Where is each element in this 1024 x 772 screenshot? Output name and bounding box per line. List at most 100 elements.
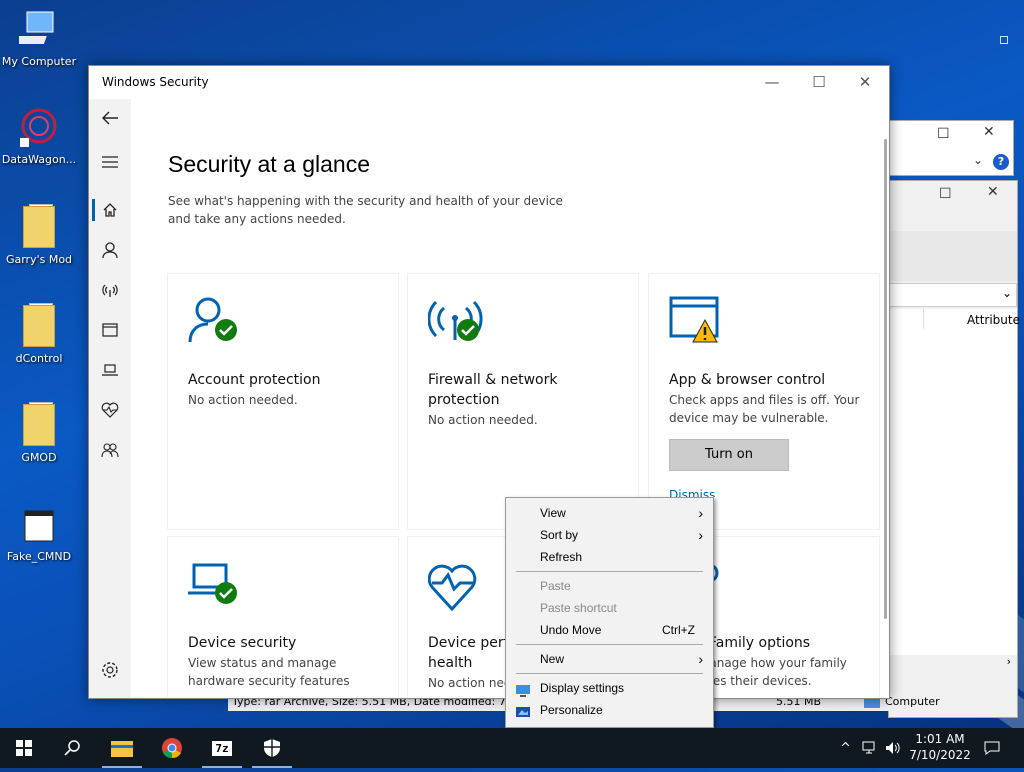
horizontal-scrollbar[interactable]: › — [889, 655, 1017, 671]
firewall-icon[interactable] — [89, 275, 131, 305]
menu-item-view[interactable]: View › — [506, 502, 713, 524]
clock[interactable]: 1:01 AM 7/10/2022 — [905, 731, 975, 763]
column-header-attribute[interactable]: Attribute — [967, 313, 1020, 327]
volume-icon[interactable] — [885, 728, 901, 768]
card-description: No action needed. — [428, 413, 538, 427]
desktop-icon-dcontrol[interactable]: dControl — [0, 303, 78, 365]
desktop-icon-label: My Computer — [1, 55, 77, 68]
device-health-icon — [427, 557, 488, 617]
ribbon — [889, 231, 1017, 281]
minimize-button[interactable]: — — [749, 70, 795, 94]
windows-security-icon — [264, 739, 280, 757]
menu-item-label: Refresh — [540, 550, 583, 564]
menu-item-label: Paste — [540, 579, 571, 593]
menu-item-paste-shortcut[interactable]: Paste shortcut — [506, 597, 713, 619]
back-icon[interactable] — [89, 103, 131, 133]
close-button[interactable]: ✕ — [842, 70, 888, 94]
background-explorer-window[interactable]: ☐ ✕ ⌄ Attribute › — [888, 180, 1020, 718]
start-button[interactable] — [0, 728, 48, 768]
page-title: Security at a glance — [168, 151, 371, 177]
chevron-right-icon: › — [698, 651, 703, 667]
taskbar-windows-security[interactable] — [248, 728, 296, 768]
menu-item-paste[interactable]: Paste — [506, 575, 713, 597]
chevron-right-icon[interactable]: › — [1007, 655, 1011, 668]
app-browser-icon[interactable] — [89, 315, 131, 345]
desktop-corner-icon — [1000, 36, 1008, 44]
menu-item-display-settings[interactable]: Display settings — [506, 677, 713, 699]
hamburger-menu-icon[interactable] — [89, 147, 131, 177]
settings-gear-icon[interactable] — [89, 655, 131, 685]
computer-icon — [9, 8, 59, 52]
menu-item-label: New — [540, 652, 565, 666]
maximize-icon[interactable]: ☐ — [937, 126, 950, 142]
search-button[interactable] — [48, 728, 96, 768]
tray-chevron-up-icon[interactable]: ^ — [840, 728, 851, 768]
card-title: Device security — [188, 635, 297, 651]
desktop-icon-label: Fake_CMND — [6, 550, 72, 563]
maximize-button[interactable]: ☐ — [796, 70, 842, 94]
card-title: App & browser control — [669, 372, 826, 388]
account-icon[interactable] — [89, 235, 131, 265]
card-app-browser-control[interactable]: App & browser control Check apps and fil… — [649, 274, 879, 529]
card-title: Family options — [709, 635, 811, 651]
menu-separator — [516, 571, 703, 572]
menu-item-new[interactable]: New › — [506, 648, 713, 670]
datawagon-icon — [19, 106, 59, 150]
turn-on-button[interactable]: Turn on — [669, 439, 789, 471]
card-device-security[interactable]: Device security View status and manage h… — [168, 537, 398, 698]
card-description: Check apps and files is off. Your device… — [669, 393, 860, 425]
taskbar: 7z ^ 1:01 AM 7/10/2022 — [0, 728, 1024, 768]
family-icon[interactable] — [89, 435, 131, 465]
card-firewall[interactable]: Firewall & network protection No action … — [408, 274, 638, 529]
window-icon — [19, 503, 59, 547]
folder-icon — [19, 402, 59, 448]
maximize-icon[interactable]: ☐ — [939, 186, 952, 202]
home-icon[interactable] — [89, 195, 131, 225]
display-settings-icon — [516, 682, 530, 697]
menu-item-undo-move[interactable]: Undo Move Ctrl+Z — [506, 619, 713, 641]
dismiss-link[interactable]: Dismiss — [669, 488, 715, 497]
device-security-icon[interactable] — [89, 355, 131, 385]
app-browser-warning-icon — [669, 294, 729, 354]
chevron-right-icon: › — [698, 505, 703, 521]
menu-separator — [516, 673, 703, 674]
menu-item-label: View — [540, 506, 566, 520]
menu-separator — [516, 644, 703, 645]
taskbar-file-explorer[interactable] — [98, 728, 146, 768]
close-icon[interactable]: ✕ — [987, 184, 999, 200]
desktop-context-menu[interactable]: View › Sort by › Refresh Paste Paste sho… — [505, 497, 714, 728]
taskbar-7zip[interactable]: 7z — [198, 728, 246, 768]
chevron-down-icon[interactable]: ⌄ — [1002, 286, 1012, 300]
address-bar[interactable]: ⌄ — [889, 283, 1017, 307]
health-icon[interactable] — [89, 395, 131, 425]
taskbar-chrome[interactable] — [148, 728, 196, 768]
close-icon[interactable]: ✕ — [983, 124, 995, 140]
card-account-protection[interactable]: Account protection No action needed. — [168, 274, 398, 529]
nav-rail — [89, 99, 131, 698]
menu-item-shortcut: Ctrl+Z — [662, 623, 695, 637]
file-explorer-icon — [111, 741, 133, 757]
network-icon[interactable] — [862, 728, 878, 768]
chevron-down-icon[interactable]: ⌄ — [973, 153, 983, 167]
desktop-icon-gmod[interactable]: GMOD — [0, 402, 78, 464]
clock-date: 7/10/2022 — [909, 748, 971, 762]
background-window[interactable]: ☐ ✕ ⌄ ? — [888, 120, 1014, 176]
menu-item-sort-by[interactable]: Sort by › — [506, 524, 713, 546]
vertical-scrollbar[interactable] — [884, 139, 887, 619]
menu-item-refresh[interactable]: Refresh — [506, 546, 713, 568]
title-bar[interactable]: Windows Security — ☐ ✕ — [89, 66, 889, 99]
page-subtitle: See what's happening with the security a… — [168, 194, 563, 226]
chevron-right-icon: › — [698, 527, 703, 543]
desktop-icon-garrys-mod[interactable]: Garry's Mod — [0, 204, 78, 266]
file-list[interactable]: Attribute — [889, 309, 1020, 659]
desktop-icon-datawagon[interactable]: DataWagon... — [0, 106, 78, 166]
help-icon[interactable]: ? — [993, 154, 1009, 170]
desktop-icon-label: GMOD — [21, 451, 57, 464]
notifications-icon[interactable] — [984, 728, 1000, 768]
desktop-icon-my-computer[interactable]: My Computer — [0, 8, 78, 68]
clock-time: 1:01 AM — [915, 732, 965, 746]
menu-item-label: Paste shortcut — [540, 601, 617, 615]
windows-security-window[interactable]: Windows Security — ☐ ✕ Security at a gla… — [88, 65, 890, 699]
desktop-icon-fake-cmnd[interactable]: Fake_CMND — [0, 503, 78, 563]
menu-item-personalize[interactable]: Personalize — [506, 699, 713, 721]
